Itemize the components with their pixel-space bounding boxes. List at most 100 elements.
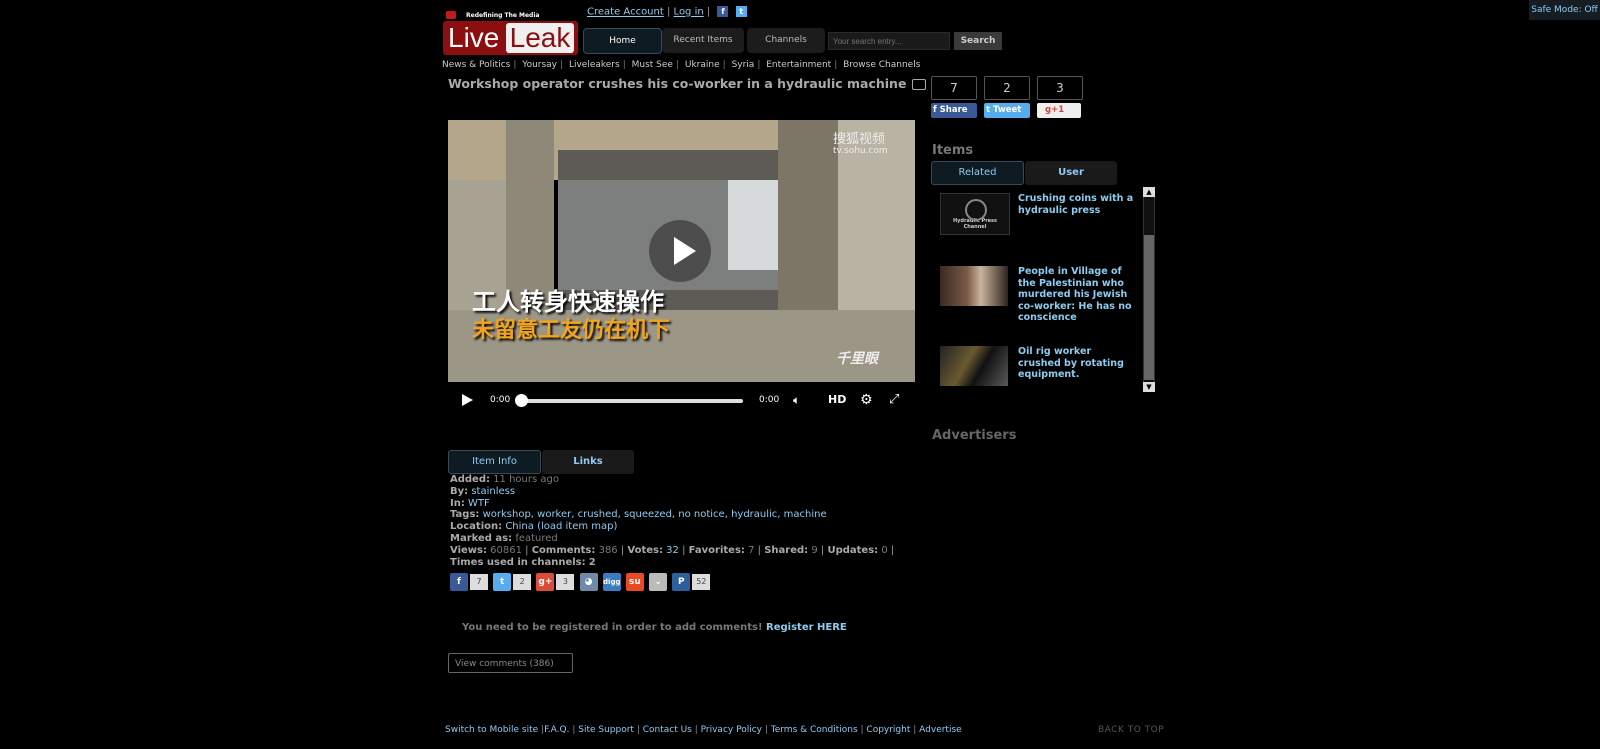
scroll-down-arrow-icon[interactable]: ▼	[1143, 382, 1155, 392]
safe-mode-toggle[interactable]: Safe Mode: Off	[1529, 0, 1600, 20]
privacy-link[interactable]: Privacy Policy	[701, 725, 762, 735]
votes-count[interactable]: 32	[666, 545, 679, 556]
category-ukraine[interactable]: Ukraine	[685, 60, 720, 70]
facebook-icon[interactable]: f	[717, 6, 729, 17]
tab-item-info[interactable]: Item Info	[448, 450, 541, 474]
nav-recent-items[interactable]: Recent Items	[662, 28, 744, 53]
item-title-text: Workshop operator crushes his co-worker …	[448, 76, 907, 91]
facebook-share-button[interactable]: f Share	[931, 103, 977, 118]
twitter-count-box: 2	[984, 76, 1030, 100]
site-support-link[interactable]: Site Support	[578, 725, 634, 735]
facebook-share-icon[interactable]: f	[450, 573, 468, 591]
related-title[interactable]: Crushing coins with a hydraulic press	[1018, 193, 1136, 216]
faq-link[interactable]: F.A.Q.	[544, 725, 569, 735]
video-controls: 0:00 0:00 🔈︎ HD ⚙ ⤢	[448, 382, 915, 418]
back-to-top-link[interactable]: BACK TO TOP	[1098, 725, 1164, 735]
stumbleupon-icon[interactable]: su	[625, 573, 644, 591]
footer-links: Switch to Mobile site |F.A.Q. | Site Sup…	[445, 725, 962, 735]
tab-related[interactable]: Related	[931, 161, 1024, 185]
terms-link[interactable]: Terms & Conditions	[771, 725, 858, 735]
category-link[interactable]: WTF	[468, 498, 490, 509]
video-subtitle-2: 未留意工友仍在机下	[472, 318, 671, 343]
pocket-count: 52	[692, 574, 711, 590]
big-play-button[interactable]	[649, 220, 711, 282]
twitter-share-icon[interactable]: t	[493, 573, 512, 591]
author-link[interactable]: stainless	[471, 486, 515, 497]
category-news-politics[interactable]: News & Politics	[442, 60, 510, 70]
category-syria[interactable]: Syria	[732, 60, 755, 70]
google-plus-count: 3	[556, 574, 575, 590]
favorites-count: 7	[748, 544, 755, 556]
separator: |	[706, 6, 711, 18]
view-comments-button[interactable]: View comments (386)	[448, 653, 573, 673]
reddit-icon[interactable]: ◕	[579, 573, 598, 591]
related-item[interactable]: Hydraulic Press Channel Crushing coins w…	[940, 193, 1145, 248]
search-input[interactable]	[828, 32, 950, 50]
added-value: 11 hours ago	[493, 474, 559, 485]
nav-channels[interactable]: Channels	[747, 28, 825, 53]
advertise-link[interactable]: Advertise	[919, 725, 962, 735]
record-icon	[446, 11, 456, 19]
play-icon[interactable]	[460, 382, 474, 418]
load-map-link[interactable]: (load item map)	[537, 521, 617, 532]
login-link[interactable]: Log in	[674, 7, 704, 18]
logo-tagline: Redefining The Media	[466, 12, 540, 19]
video-player[interactable]: 搜狐视频 tv.sohu.com 千里眼 工人转身快速操作 未留意工友仍在机下	[448, 120, 915, 382]
google-plus-button[interactable]: g+1	[1037, 103, 1081, 118]
related-thumbnail[interactable]: Hydraulic Press Channel	[940, 193, 1010, 235]
separator: |	[666, 6, 671, 18]
seek-handle[interactable]	[515, 394, 528, 407]
related-thumbnail[interactable]	[940, 266, 1008, 306]
advertisers-heading: Advertisers	[932, 428, 1017, 443]
liveleak-logo[interactable]: Redefining The Media Live Leak	[443, 10, 578, 55]
related-item[interactable]: Oil rig worker crushed by rotating equip…	[940, 346, 1145, 401]
facebook-count-box: 7	[931, 76, 977, 100]
fullscreen-icon[interactable]: ⤢	[889, 382, 899, 418]
category-liveleakers[interactable]: Liveleakers	[569, 60, 620, 70]
items-heading: Items	[932, 143, 974, 158]
logo-live: Live	[448, 22, 500, 53]
category-must-see[interactable]: Must See	[632, 60, 673, 70]
register-link[interactable]: Register HERE	[766, 622, 847, 633]
pocket-icon[interactable]: P	[672, 573, 691, 591]
google-plus-count-box: 3	[1037, 76, 1083, 100]
shared-count: 9	[811, 544, 818, 556]
search-button[interactable]: Search	[954, 32, 1002, 50]
video-icon	[912, 79, 927, 90]
scroll-up-arrow-icon[interactable]: ▲	[1143, 187, 1155, 197]
google-plus-icon[interactable]: g+	[536, 573, 555, 591]
views-count: 60861	[490, 544, 522, 556]
digg-icon[interactable]: digg	[602, 573, 621, 591]
related-thumbnail[interactable]	[940, 346, 1008, 386]
tags-links[interactable]: workshop, worker, crushed, squeezed, no …	[483, 509, 827, 520]
tab-user[interactable]: User	[1025, 161, 1117, 185]
category-bar: News & Politics | Yoursay | Liveleakers | M…	[442, 60, 921, 70]
category-yoursay[interactable]: Yoursay	[522, 60, 557, 70]
chevron-down-icon[interactable]: ⌄	[649, 573, 668, 591]
tweet-button[interactable]: t Tweet	[984, 103, 1030, 118]
related-item[interactable]: People in Village of the Palestinian who…	[940, 266, 1145, 324]
location-link[interactable]: China	[505, 521, 534, 532]
category-browse-channels[interactable]: Browse Channels	[843, 60, 920, 70]
tab-links[interactable]: Links	[542, 450, 634, 474]
account-links: Create Account | Log in | f t	[587, 6, 747, 18]
gear-icon[interactable]: ⚙	[860, 382, 873, 418]
item-title: Workshop operator crushes his co-worker …	[448, 76, 927, 91]
mobile-site-link[interactable]: Switch to Mobile site	[445, 725, 538, 735]
create-account-link[interactable]: Create Account	[587, 7, 664, 18]
video-watermark-bottom: 千里眼	[836, 351, 878, 367]
seek-bar[interactable]	[518, 399, 743, 403]
scrollbar-thumb[interactable]	[1144, 235, 1154, 380]
twitter-icon[interactable]: t	[735, 6, 747, 17]
nav-home[interactable]: Home	[583, 28, 662, 54]
related-title[interactable]: People in Village of the Palestinian who…	[1018, 266, 1136, 324]
category-entertainment[interactable]: Entertainment	[766, 60, 831, 70]
copyright-link[interactable]: Copyright	[866, 725, 910, 735]
contact-link[interactable]: Contact Us	[643, 725, 692, 735]
volume-icon[interactable]: 🔈︎	[793, 382, 800, 418]
related-title[interactable]: Oil rig worker crushed by rotating equip…	[1018, 346, 1136, 381]
share-buttons: f7 t2 g+ 3 ◕ digg su ⌄ P 52	[450, 573, 712, 591]
video-watermark-url: tv.sohu.com	[833, 146, 888, 156]
facebook-share-count: 7	[470, 574, 488, 590]
hd-toggle[interactable]: HD	[828, 382, 846, 418]
